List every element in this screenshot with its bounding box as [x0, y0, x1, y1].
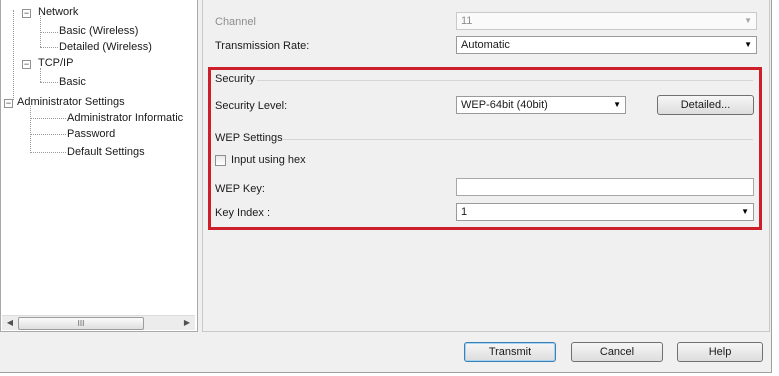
- tree-item-password[interactable]: Password: [67, 127, 115, 141]
- tree-item-administrator-information[interactable]: Administrator Informatic: [67, 111, 183, 125]
- transmission-rate-label: Transmission Rate:: [215, 40, 310, 52]
- transmit-button[interactable]: Transmit: [464, 342, 556, 362]
- scrollbar-thumb[interactable]: III: [18, 317, 144, 330]
- chevron-down-icon: ▼: [744, 40, 752, 49]
- tree-item-network[interactable]: Network: [38, 5, 78, 19]
- tree-connector: [40, 47, 58, 48]
- wep-key-input[interactable]: [456, 178, 754, 196]
- security-level-select[interactable]: WEP-64bit (40bit) ▼: [456, 96, 626, 114]
- wep-settings-section-label: WEP Settings: [215, 132, 283, 144]
- tree-connector: [30, 106, 31, 153]
- security-level-label: Security Level:: [215, 100, 288, 112]
- security-section-label: Security: [215, 73, 255, 85]
- collapse-icon[interactable]: −: [22, 9, 31, 18]
- scroll-right-icon[interactable]: ▶: [180, 317, 194, 329]
- collapse-icon[interactable]: −: [4, 99, 13, 108]
- key-index-select[interactable]: 1 ▼: [456, 203, 754, 221]
- settings-tree: − Network Basic (Wireless) Detailed (Wir…: [0, 0, 198, 332]
- settings-panel: Channel 11 ▼ Transmission Rate: Automati…: [202, 0, 770, 332]
- security-level-value: WEP-64bit (40bit): [461, 99, 548, 111]
- tree-item-tcpip-basic[interactable]: Basic: [59, 75, 86, 89]
- tree-connector: [30, 134, 66, 135]
- chevron-down-icon: ▼: [741, 207, 749, 216]
- tree-item-detailed-wireless[interactable]: Detailed (Wireless): [59, 40, 152, 54]
- input-using-hex-checkbox[interactable]: [215, 155, 226, 166]
- tree-item-tcpip[interactable]: TCP/IP: [38, 56, 73, 70]
- key-index-label: Key Index :: [215, 207, 271, 219]
- channel-value: 11: [461, 15, 473, 27]
- wep-key-label: WEP Key:: [215, 183, 265, 195]
- collapse-icon[interactable]: −: [22, 60, 31, 69]
- channel-label: Channel: [215, 16, 256, 28]
- key-index-value: 1: [461, 206, 468, 218]
- detailed-button[interactable]: Detailed...: [657, 95, 754, 115]
- tree-item-default-settings[interactable]: Default Settings: [67, 145, 145, 159]
- tree-horizontal-scrollbar[interactable]: ◀ III ▶: [2, 315, 195, 330]
- section-divider: [257, 80, 753, 81]
- tree-connector: [40, 68, 41, 82]
- scroll-left-icon[interactable]: ◀: [3, 317, 17, 329]
- input-using-hex-label[interactable]: Input using hex: [231, 154, 306, 166]
- tree-connector: [30, 152, 66, 153]
- tree-item-administrator-settings[interactable]: Administrator Settings: [17, 95, 125, 109]
- tree-connector: [40, 82, 58, 83]
- help-button[interactable]: Help: [677, 342, 763, 362]
- channel-select: 11 ▼: [456, 12, 757, 30]
- cancel-button[interactable]: Cancel: [571, 342, 663, 362]
- chevron-down-icon: ▼: [744, 16, 752, 25]
- section-divider: [283, 139, 753, 140]
- tree-item-basic-wireless[interactable]: Basic (Wireless): [59, 24, 138, 38]
- chevron-down-icon: ▼: [613, 100, 621, 109]
- transmission-rate-select[interactable]: Automatic ▼: [456, 36, 757, 54]
- transmission-rate-value: Automatic: [461, 39, 510, 51]
- tree-connector: [30, 118, 66, 119]
- tree-connector: [13, 10, 14, 100]
- settings-window: − Network Basic (Wireless) Detailed (Wir…: [0, 0, 772, 373]
- tree-connector: [40, 32, 58, 33]
